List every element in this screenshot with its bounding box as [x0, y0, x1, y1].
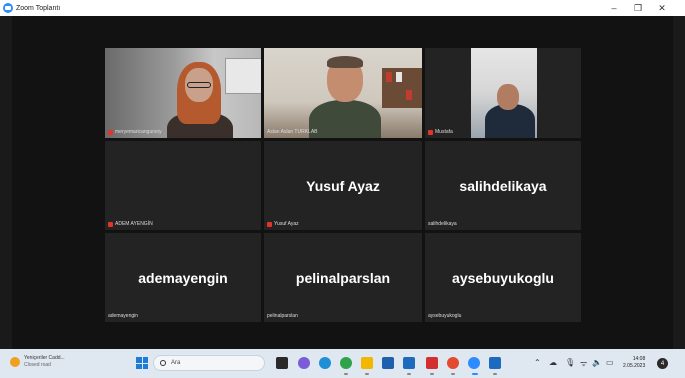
- chevron-up-icon[interactable]: ⌃: [534, 358, 541, 367]
- battery-icon[interactable]: ▭: [606, 358, 614, 367]
- window-titlebar: Zoom Toplantı – ❐ ✕: [0, 0, 685, 16]
- participant-tile-salihdelikaya[interactable]: salihdelikaya salihdelikaya: [425, 141, 581, 230]
- participant-name: pelinalparslan: [267, 313, 298, 319]
- participant-video-person: [309, 54, 381, 138]
- running-indicator: [365, 373, 369, 375]
- participant-tile-ademayengin[interactable]: ademayengin ademayengin: [105, 233, 261, 322]
- participant-name: aysebuyukoglu: [428, 313, 462, 319]
- windows-taskbar: Yeniçeriler Cadd... Closed road Ara ⌃ ☁ …: [0, 349, 685, 378]
- active-app-indicator: [472, 373, 478, 375]
- participant-name-label: pelinalparslan: [267, 313, 298, 319]
- background-shelf: [382, 68, 422, 108]
- weather-widget[interactable]: Yeniçeriler Cadd... Closed road: [10, 355, 65, 369]
- acrobat-pdf-icon[interactable]: [426, 357, 438, 369]
- participant-name: Yusuf Ayaz: [274, 221, 299, 227]
- participant-display-name: salihdelikaya: [459, 177, 547, 194]
- outlook-icon[interactable]: [382, 357, 394, 369]
- participant-name: ademayengin: [108, 313, 139, 319]
- notification-badge[interactable]: 4: [657, 358, 668, 369]
- participant-tile-aysebuyukoglu[interactable]: aysebuyukoglu aysebuyukoglu: [425, 233, 581, 322]
- meeting-area: meryemaricangursoy Aslan Aslan TURKLAB M…: [0, 16, 685, 349]
- participant-name: salihdelikaya: [428, 221, 457, 227]
- zoom-app-icon: [3, 3, 13, 13]
- participant-tile-aslan-active-speaker[interactable]: Aslan Aslan TURKLAB: [264, 48, 422, 138]
- cloud-icon[interactable]: ☁: [549, 358, 557, 367]
- participant-name-label: meryemaricangursoy: [108, 129, 162, 135]
- running-indicator: [344, 373, 348, 375]
- participant-video: [471, 48, 537, 138]
- participant-display-name: aysebuyukoglu: [452, 269, 554, 286]
- participant-tile-adem-ayengin[interactable]: ADEM AYENGİN: [105, 141, 261, 230]
- running-indicator: [430, 373, 434, 375]
- participant-name: meryemaricangursoy: [115, 129, 162, 135]
- word-document-icon[interactable]: [489, 357, 501, 369]
- participant-name-label: ademayengin: [108, 313, 138, 319]
- participant-tile-pelinalparslan[interactable]: pelinalparslan pelinalparslan: [264, 233, 422, 322]
- participant-name-label: Yusuf Ayaz: [267, 221, 299, 227]
- background-whiteboard: [225, 58, 261, 94]
- participant-tile-yusuf-ayaz[interactable]: Yusuf Ayaz Yusuf Ayaz: [264, 141, 422, 230]
- muted-mic-icon: [267, 221, 272, 227]
- muted-mic-icon: [428, 129, 433, 135]
- participant-name: Aslan Aslan TURKLAB: [267, 129, 318, 135]
- start-button-windows-icon[interactable]: [136, 357, 148, 369]
- running-indicator: [451, 373, 455, 375]
- running-indicator: [493, 373, 497, 375]
- word-icon[interactable]: [403, 357, 415, 369]
- microphone-icon[interactable]: 🎙: [565, 358, 575, 367]
- close-button[interactable]: ✕: [650, 0, 674, 16]
- participant-tile-mustafa[interactable]: Mustafa: [425, 48, 581, 138]
- clock-time: 14:08: [632, 356, 646, 362]
- participant-tile-meryemaricangursoy[interactable]: meryemaricangursoy: [105, 48, 261, 138]
- speaker-icon[interactable]: 🔈: [592, 358, 602, 367]
- chrome-browser-icon[interactable]: [340, 357, 352, 369]
- participant-name: ADEM AYENGİN: [115, 221, 153, 227]
- participant-name-label: Aslan Aslan TURKLAB: [267, 129, 318, 135]
- weather-icon: [10, 357, 20, 367]
- minimize-button[interactable]: –: [602, 0, 626, 16]
- zoom-app-taskbar-icon[interactable]: [468, 357, 480, 369]
- gallery-view: meryemaricangursoy Aslan Aslan TURKLAB M…: [12, 16, 673, 349]
- participant-name-label: salihdelikaya: [428, 221, 457, 227]
- taskbar-search-box[interactable]: Ara: [153, 355, 265, 371]
- file-explorer-icon[interactable]: [361, 357, 373, 369]
- participant-display-name: Yusuf Ayaz: [306, 177, 380, 194]
- system-clock[interactable]: 14:08 2.05.2023: [623, 356, 645, 370]
- participant-name-label: ADEM AYENGİN: [108, 221, 153, 227]
- participant-display-name: ademayengin: [138, 269, 228, 286]
- participant-name-label: Mustafa: [428, 129, 453, 135]
- task-view-icon[interactable]: [276, 357, 288, 369]
- search-icon: [160, 360, 166, 366]
- muted-mic-icon: [108, 129, 113, 135]
- window-title: Zoom Toplantı: [16, 4, 61, 12]
- participant-name-label: aysebuyukoglu: [428, 313, 461, 319]
- weather-title: Yeniçeriler Cadd...: [24, 355, 65, 361]
- running-indicator: [407, 373, 411, 375]
- weather-subtitle: Closed road: [24, 362, 51, 368]
- participant-video-person: [485, 82, 535, 138]
- maximize-button[interactable]: ❐: [626, 0, 650, 16]
- search-placeholder: Ara: [171, 360, 181, 366]
- participant-display-name: pelinalparslan: [295, 269, 391, 286]
- edge-browser-icon[interactable]: [319, 357, 331, 369]
- muted-mic-icon: [108, 221, 113, 227]
- teams-chat-icon[interactable]: [298, 357, 310, 369]
- participant-name: Mustafa: [435, 129, 453, 135]
- participant-video-person: [167, 60, 233, 138]
- firefox-browser-icon[interactable]: [447, 357, 459, 369]
- clock-date: 2.05.2023: [623, 363, 646, 369]
- wifi-icon[interactable]: ᯤ: [580, 358, 587, 369]
